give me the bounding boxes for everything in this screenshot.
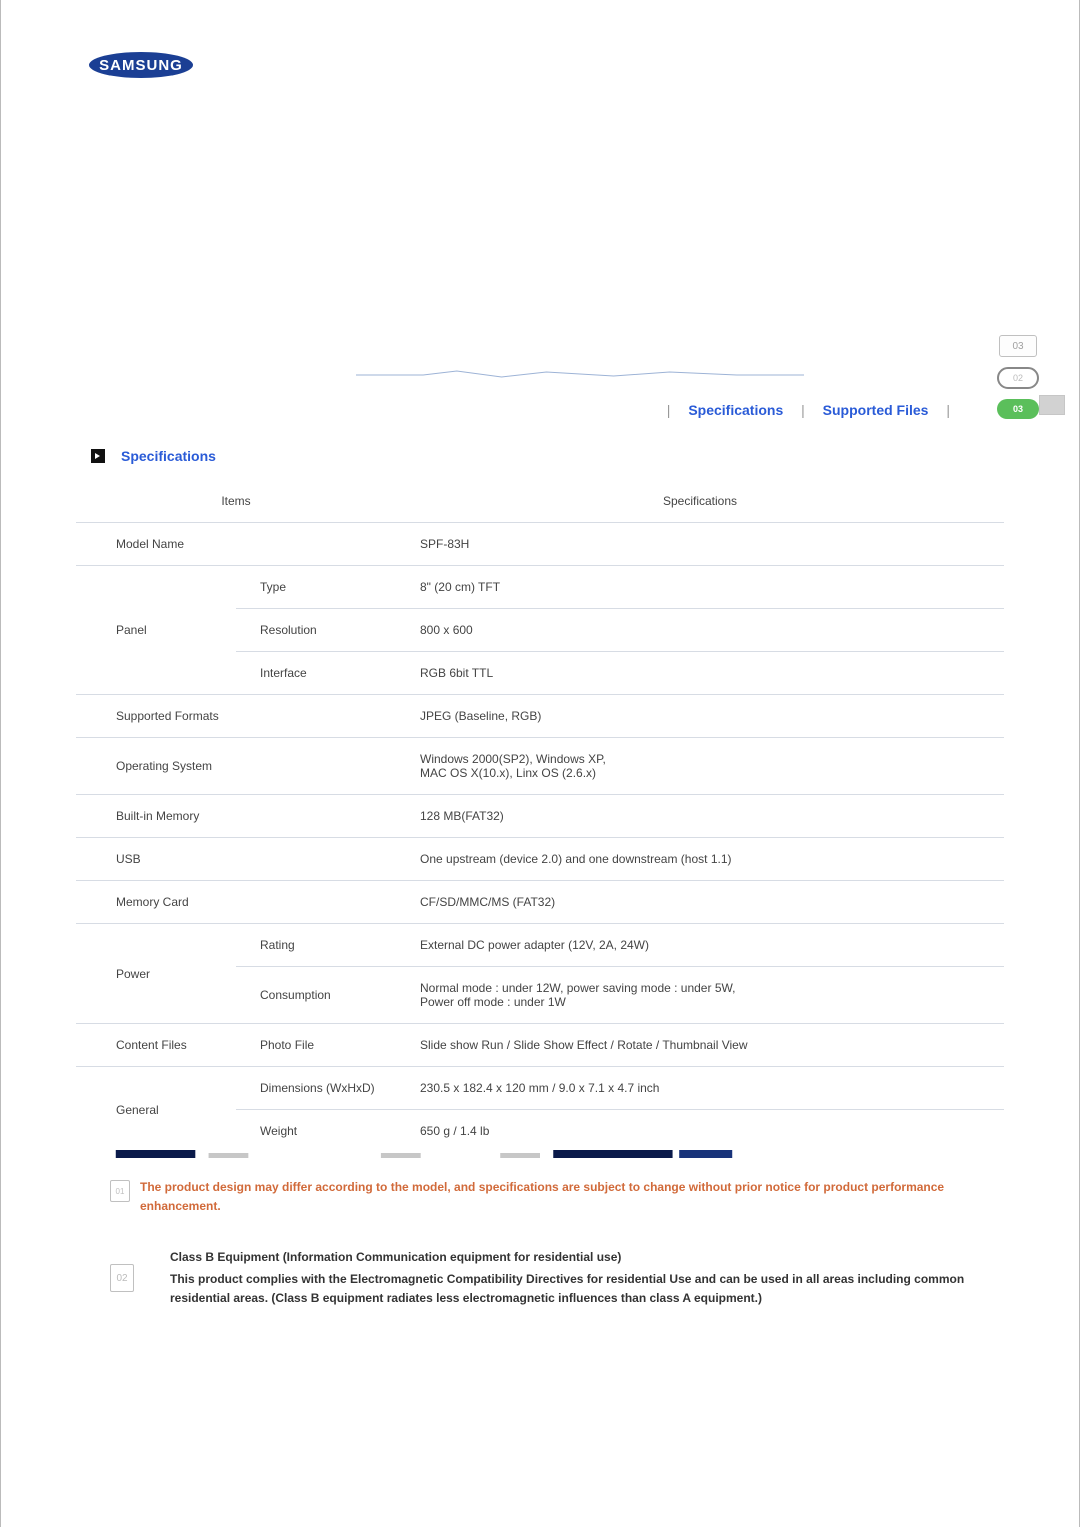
table-row: Content Files Photo File Slide show Run … xyxy=(76,1024,1004,1067)
th-items: Items xyxy=(76,480,396,523)
cell-label: Memory Card xyxy=(76,881,396,924)
note-text: The product design may differ according … xyxy=(140,1178,970,1216)
cell-value: One upstream (device 2.0) and one downst… xyxy=(396,838,1004,881)
cell-sublabel: Consumption xyxy=(236,967,396,1024)
table-row: Panel Type 8" (20 cm) TFT xyxy=(76,566,1004,609)
cell-label: General xyxy=(76,1067,236,1153)
cell-value: Normal mode : under 12W, power saving mo… xyxy=(396,967,1004,1024)
logo-row: SAMSUNG xyxy=(76,50,1004,86)
cell-label: Operating System xyxy=(76,738,396,795)
section-bullet-icon xyxy=(91,449,105,463)
cell-value: 230.5 x 182.4 x 120 mm / 9.0 x 7.1 x 4.7… xyxy=(396,1067,1004,1110)
table-row: Supported Formats JPEG (Baseline, RGB) xyxy=(76,695,1004,738)
decor-line-top xyxy=(356,366,804,372)
cell-value: Slide show Run / Slide Show Effect / Rot… xyxy=(396,1024,1004,1067)
decor-line-bottom xyxy=(76,1150,1004,1160)
cell-label: Model Name xyxy=(76,523,396,566)
cell-sublabel: Resolution xyxy=(236,609,396,652)
cell-label: Power xyxy=(76,924,236,1024)
cell-label: Built-in Memory xyxy=(76,795,396,838)
tab-supported-files[interactable]: Supported Files xyxy=(823,402,929,418)
brand-logo-text: SAMSUNG xyxy=(99,57,183,74)
cell-value: RGB 6bit TTL xyxy=(396,652,1004,695)
power-cons-line2: Power off mode : under 1W xyxy=(420,995,566,1009)
cell-sublabel: Weight xyxy=(236,1110,396,1153)
specifications-table: Items Specifications Model Name SPF-83H … xyxy=(76,480,1004,1152)
design-note: 01 The product design may differ accordi… xyxy=(76,1160,1004,1234)
cell-value: 650 g / 1.4 lb xyxy=(396,1110,1004,1153)
note-number-icon: 01 xyxy=(110,1180,130,1202)
table-row: Model Name SPF-83H xyxy=(76,523,1004,566)
cell-value: 128 MB(FAT32) xyxy=(396,795,1004,838)
cell-label: Content Files xyxy=(76,1024,236,1067)
cell-value: SPF-83H xyxy=(396,523,1004,566)
tab-separator: | xyxy=(787,402,819,418)
tab-specifications[interactable]: Specifications xyxy=(688,402,783,418)
classb-body: Class B Equipment (Information Communica… xyxy=(170,1248,970,1308)
tabs-row: | Specifications | Supported Files | xyxy=(76,372,1004,448)
cell-label: USB xyxy=(76,838,396,881)
cell-value: CF/SD/MMC/MS (FAT32) xyxy=(396,881,1004,924)
classb-title: Class B Equipment (Information Communica… xyxy=(170,1248,970,1267)
brand-logo: SAMSUNG xyxy=(86,50,196,86)
cell-sublabel: Dimensions (WxHxD) xyxy=(236,1067,396,1110)
section-title: Specifications xyxy=(121,448,216,464)
table-row: Built-in Memory 128 MB(FAT32) xyxy=(76,795,1004,838)
cell-label: Supported Formats xyxy=(76,695,396,738)
cell-value: External DC power adapter (12V, 2A, 24W) xyxy=(396,924,1004,967)
os-line1: Windows 2000(SP2), Windows XP, xyxy=(420,752,606,766)
page: 03 02 03 SAMSUNG | Specifications | xyxy=(0,0,1080,1527)
section-header: Specifications xyxy=(76,448,1004,464)
power-cons-line1: Normal mode : under 12W, power saving mo… xyxy=(420,981,736,995)
hero-spacer xyxy=(76,86,1004,366)
table-row: Memory Card CF/SD/MMC/MS (FAT32) xyxy=(76,881,1004,924)
cell-value: 8" (20 cm) TFT xyxy=(396,566,1004,609)
table-row: Operating System Windows 2000(SP2), Wind… xyxy=(76,738,1004,795)
classb-number-icon: 02 xyxy=(110,1264,134,1292)
cell-value: Windows 2000(SP2), Windows XP, MAC OS X(… xyxy=(396,738,1004,795)
cell-sublabel: Rating xyxy=(236,924,396,967)
table-row: USB One upstream (device 2.0) and one do… xyxy=(76,838,1004,881)
class-b-block: 02 Class B Equipment (Information Commun… xyxy=(76,1234,1004,1322)
th-specs: Specifications xyxy=(396,480,1004,523)
classb-text: This product complies with the Electroma… xyxy=(170,1270,970,1308)
table-header-row: Items Specifications xyxy=(76,480,1004,523)
cell-label: Panel xyxy=(76,566,236,695)
table-row: Power Rating External DC power adapter (… xyxy=(76,924,1004,967)
tab-separator: | xyxy=(653,402,685,418)
tab-separator: | xyxy=(932,402,964,418)
cell-sublabel: Type xyxy=(236,566,396,609)
table-row: General Dimensions (WxHxD) 230.5 x 182.4… xyxy=(76,1067,1004,1110)
cell-value: JPEG (Baseline, RGB) xyxy=(396,695,1004,738)
cell-sublabel: Interface xyxy=(236,652,396,695)
cell-value: 800 x 600 xyxy=(396,609,1004,652)
cell-sublabel: Photo File xyxy=(236,1024,396,1067)
content-area: SAMSUNG | Specifications | Supported Fil… xyxy=(1,50,1079,1322)
os-line2: MAC OS X(10.x), Linx OS (2.6.x) xyxy=(420,766,596,780)
